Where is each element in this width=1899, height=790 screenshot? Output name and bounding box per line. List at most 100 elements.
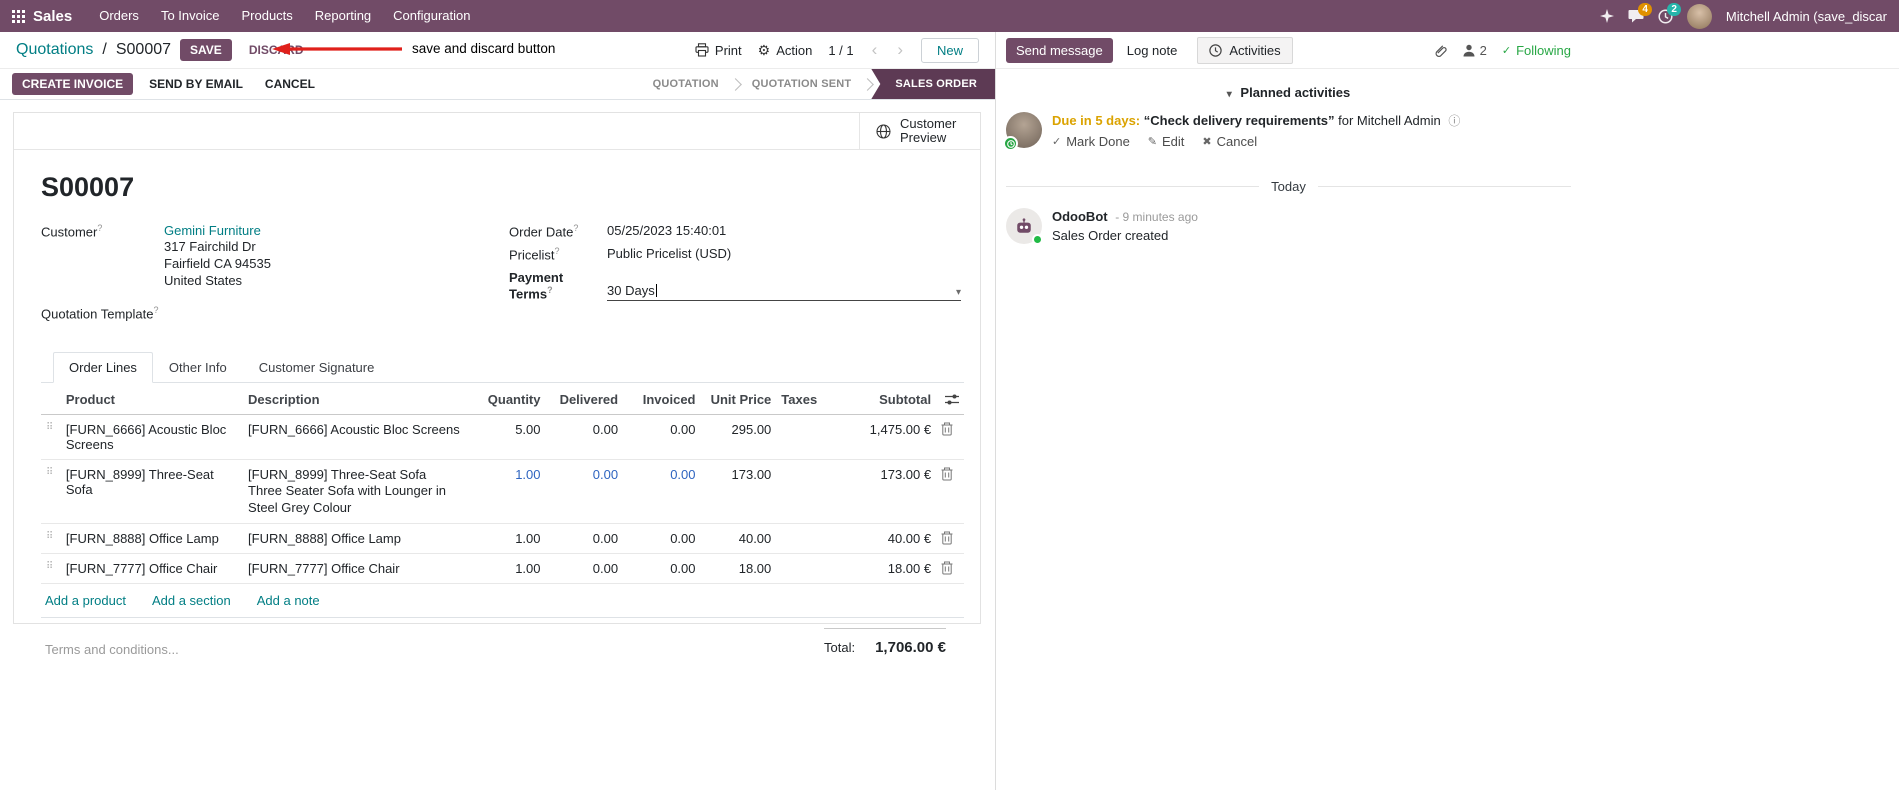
save-button[interactable]: SAVE	[180, 39, 232, 61]
cell-delivered[interactable]: 0.00	[545, 553, 624, 585]
cell-taxes[interactable]	[776, 459, 846, 525]
stage-sales-order[interactable]: SALES ORDER	[871, 69, 995, 99]
pager-prev-icon[interactable]: ‹	[870, 40, 880, 60]
cell-unit-price[interactable]: 295.00	[700, 414, 777, 461]
delete-row-icon[interactable]	[941, 561, 959, 575]
cell-delivered[interactable]: 0.00	[545, 414, 624, 461]
discard-button[interactable]: DISCARD	[241, 39, 312, 61]
stage-quotation[interactable]: QUOTATION	[638, 69, 734, 99]
apps-grid-icon[interactable]	[12, 9, 25, 23]
action-button[interactable]: ⚙ Action	[758, 42, 813, 59]
pricelist-value[interactable]: Public Pricelist (USD)	[607, 246, 731, 262]
cell-delivered[interactable]: 0.00	[545, 523, 624, 555]
attachment-button[interactable]	[1432, 43, 1447, 58]
cell-subtotal[interactable]: 18.00 €	[845, 553, 937, 585]
cell-invoiced[interactable]: 0.00	[623, 553, 701, 585]
info-icon[interactable]: ⓘ	[1448, 114, 1460, 128]
cell-quantity[interactable]: 1.00	[482, 459, 546, 525]
drag-handle-icon[interactable]: ⠿	[41, 523, 61, 555]
cell-description[interactable]: [FURN_8888] Office Lamp	[243, 523, 483, 555]
edit-activity-button[interactable]: ✎ Edit	[1148, 134, 1185, 149]
cell-invoiced[interactable]: 0.00	[623, 523, 701, 555]
add-section-link[interactable]: Add a section	[152, 593, 231, 608]
create-invoice-button[interactable]: CREATE INVOICE	[12, 73, 134, 95]
col-description[interactable]: Description	[243, 385, 483, 416]
activities-tab[interactable]: Activities	[1197, 36, 1293, 64]
col-delivered[interactable]: Delivered	[545, 385, 624, 416]
app-name[interactable]: Sales	[33, 8, 72, 25]
payment-terms-input[interactable]: 30 Days ▾	[607, 270, 961, 301]
cell-product[interactable]: [FURN_6666] Acoustic Bloc Screens	[60, 414, 244, 461]
send-message-button[interactable]: Send message	[1006, 37, 1113, 63]
col-unit-price[interactable]: Unit Price	[700, 385, 777, 416]
new-button[interactable]: New	[920, 37, 979, 63]
customer-preview-button[interactable]: Customer Preview	[859, 113, 980, 149]
col-quantity[interactable]: Quantity	[482, 385, 546, 416]
col-product[interactable]: Product	[60, 385, 244, 416]
customer-link[interactable]: Gemini Furniture	[164, 223, 261, 238]
cell-subtotal[interactable]: 173.00 €	[845, 459, 937, 525]
cell-description[interactable]: [FURN_7777] Office Chair	[243, 553, 483, 585]
delete-row-icon[interactable]	[941, 467, 959, 481]
cell-taxes[interactable]	[776, 553, 846, 585]
terms-placeholder[interactable]: Terms and conditions...	[45, 622, 179, 657]
odoobot-avatar[interactable]	[1006, 208, 1043, 245]
message-author[interactable]: OdooBot	[1052, 209, 1108, 224]
customer-field[interactable]: Gemini Furniture 317 Fairchild Dr Fairfi…	[164, 223, 271, 289]
stage-quotation-sent[interactable]: QUOTATION SENT	[737, 69, 867, 99]
mark-done-button[interactable]: ✓ Mark Done	[1052, 134, 1130, 149]
cell-product[interactable]: [FURN_7777] Office Chair	[60, 553, 244, 585]
cell-description[interactable]: [FURN_6666] Acoustic Bloc Screens	[243, 414, 483, 461]
tab-other-info[interactable]: Other Info	[153, 352, 243, 383]
drag-handle-icon[interactable]: ⠿	[41, 459, 61, 525]
optional-columns-button[interactable]	[936, 385, 964, 416]
cell-unit-price[interactable]: 40.00	[700, 523, 777, 555]
menu-reporting[interactable]: Reporting	[304, 0, 382, 32]
cancel-button[interactable]: CANCEL	[259, 73, 321, 95]
cell-quantity[interactable]: 1.00	[482, 553, 546, 585]
cell-quantity[interactable]: 5.00	[482, 414, 546, 461]
drag-handle-icon[interactable]: ⠿	[41, 553, 61, 585]
following-button[interactable]: ✓ Following	[1502, 43, 1571, 58]
send-by-email-button[interactable]: SEND BY EMAIL	[143, 73, 249, 95]
log-note-button[interactable]: Log note	[1117, 38, 1188, 63]
activity-clock-icon[interactable]: 2	[1658, 2, 1681, 24]
delete-row-icon[interactable]	[941, 531, 959, 545]
cell-product[interactable]: [FURN_8999] Three-Seat Sofa	[60, 459, 244, 525]
cell-invoiced[interactable]: 0.00	[623, 459, 701, 525]
cell-unit-price[interactable]: 173.00	[700, 459, 777, 525]
col-subtotal[interactable]: Subtotal	[845, 385, 937, 416]
menu-configuration[interactable]: Configuration	[382, 0, 481, 32]
print-button[interactable]: Print	[695, 43, 742, 58]
col-invoiced[interactable]: Invoiced	[623, 385, 701, 416]
pager-next-icon[interactable]: ›	[895, 40, 905, 60]
activity-avatar[interactable]	[1003, 112, 1042, 151]
breadcrumb-quotations[interactable]: Quotations	[16, 41, 93, 59]
menu-products[interactable]: Products	[230, 0, 303, 32]
tab-customer-signature[interactable]: Customer Signature	[243, 352, 391, 383]
followers-button[interactable]: 2	[1462, 43, 1487, 58]
cell-quantity[interactable]: 1.00	[482, 523, 546, 555]
cell-taxes[interactable]	[776, 414, 846, 461]
col-taxes[interactable]: Taxes	[776, 385, 846, 416]
planned-activities-header[interactable]: ▾ Planned activities	[1006, 69, 1571, 110]
sparkle-icon[interactable]	[1599, 9, 1614, 23]
user-avatar[interactable]	[1686, 3, 1712, 29]
add-product-link[interactable]: Add a product	[45, 593, 126, 608]
cell-invoiced[interactable]: 0.00	[623, 414, 701, 461]
order-date-value[interactable]: 05/25/2023 15:40:01	[607, 223, 726, 239]
add-note-link[interactable]: Add a note	[257, 593, 320, 608]
menu-to-invoice[interactable]: To Invoice	[150, 0, 231, 32]
cell-delivered[interactable]: 0.00	[545, 459, 624, 525]
delete-row-icon[interactable]	[941, 422, 959, 436]
cancel-activity-button[interactable]: ✖ Cancel	[1202, 134, 1257, 149]
cell-subtotal[interactable]: 1,475.00 €	[845, 414, 937, 461]
user-name[interactable]: Mitchell Admin (save_discar	[1726, 9, 1887, 24]
tab-order-lines[interactable]: Order Lines	[53, 352, 153, 384]
chevron-down-icon[interactable]: ▾	[956, 287, 961, 298]
drag-handle-icon[interactable]: ⠿	[41, 414, 61, 461]
cell-subtotal[interactable]: 40.00 €	[845, 523, 937, 555]
cell-description[interactable]: [FURN_8999] Three-Seat Sofa Three Seater…	[243, 459, 483, 525]
messages-icon[interactable]: 4	[1628, 2, 1652, 24]
cell-taxes[interactable]	[776, 523, 846, 555]
